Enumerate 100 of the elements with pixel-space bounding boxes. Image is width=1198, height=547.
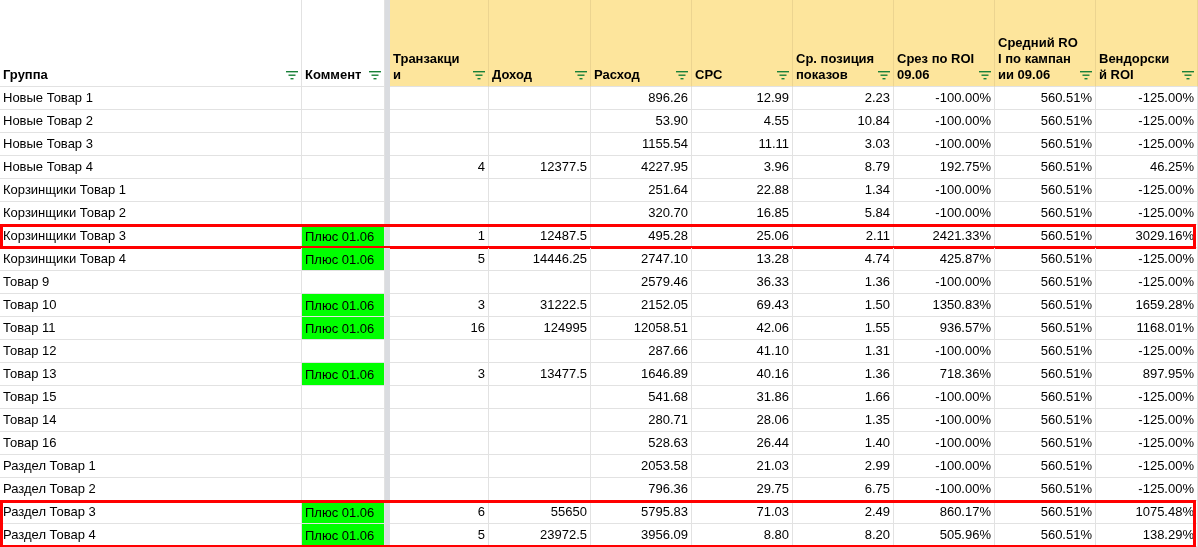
- table-cell: 560.51%: [995, 340, 1096, 363]
- table-cell: 796.36: [591, 478, 692, 501]
- table-cell: 25.06: [692, 225, 793, 248]
- table-cell: 560.51%: [995, 87, 1096, 110]
- column-header[interactable]: Ср. позиция показов: [793, 0, 894, 87]
- table-cell: 1350.83%: [894, 294, 995, 317]
- table-cell: Новые Товар 1: [0, 87, 302, 110]
- table-cell: 71.03: [692, 501, 793, 524]
- table-cell: 560.51%: [995, 156, 1096, 179]
- table-cell: 320.70: [591, 202, 692, 225]
- table-cell: 897.95%: [1096, 363, 1198, 386]
- table-cell: -100.00%: [894, 110, 995, 133]
- table-cell: 528.63: [591, 432, 692, 455]
- table-cell: 12058.51: [591, 317, 692, 340]
- filter-icon[interactable]: [575, 71, 587, 80]
- table-cell: 1.55: [793, 317, 894, 340]
- filter-icon[interactable]: [1080, 71, 1092, 80]
- column-header[interactable]: Группа: [0, 0, 302, 87]
- table-cell: Новые Товар 3: [0, 133, 302, 156]
- table-cell: -100.00%: [894, 409, 995, 432]
- table-cell: 1.66: [793, 386, 894, 409]
- column-header[interactable]: Вендорски й ROI: [1096, 0, 1198, 87]
- table-cell: -125.00%: [1096, 455, 1198, 478]
- table-cell: 13477.5: [489, 363, 591, 386]
- table-cell: 1.31: [793, 340, 894, 363]
- table-cell: 1646.89: [591, 363, 692, 386]
- table-cell: -125.00%: [1096, 179, 1198, 202]
- table-cell: Раздел Товар 1: [0, 455, 302, 478]
- table-cell: -100.00%: [894, 455, 995, 478]
- table-cell: 192.75%: [894, 156, 995, 179]
- filter-icon[interactable]: [369, 71, 381, 80]
- table-cell: Новые Товар 2: [0, 110, 302, 133]
- table-cell: 560.51%: [995, 271, 1096, 294]
- table-cell: Раздел Товар 2: [0, 478, 302, 501]
- table-cell: -125.00%: [1096, 271, 1198, 294]
- filter-icon[interactable]: [286, 71, 298, 80]
- table-cell: 5.84: [793, 202, 894, 225]
- table-cell: -125.00%: [1096, 248, 1198, 271]
- table-cell: 560.51%: [995, 317, 1096, 340]
- table-cell: 3956.09: [591, 524, 692, 547]
- column-header[interactable]: Коммент: [302, 0, 385, 87]
- table-cell: 3029.16%: [1096, 225, 1198, 248]
- table-cell: Товар 13: [0, 363, 302, 386]
- table-cell: 1.34: [793, 179, 894, 202]
- table-cell: 31222.5: [489, 294, 591, 317]
- table-cell: 2.23: [793, 87, 894, 110]
- table-cell: Корзинщики Товар 2: [0, 202, 302, 225]
- table-cell: Корзинщики Товар 4: [0, 248, 302, 271]
- filter-icon[interactable]: [777, 71, 789, 80]
- table-cell: 5: [390, 524, 489, 547]
- table-cell: 560.51%: [995, 110, 1096, 133]
- comment-cell: Плюс 01.06: [302, 225, 385, 248]
- table-cell: -125.00%: [1096, 409, 1198, 432]
- table-cell: -125.00%: [1096, 87, 1198, 110]
- filter-icon[interactable]: [979, 71, 991, 80]
- table-cell: Корзинщики Товар 1: [0, 179, 302, 202]
- table-cell: -125.00%: [1096, 340, 1198, 363]
- column-header[interactable]: Доход: [489, 0, 591, 87]
- table-cell: -100.00%: [894, 340, 995, 363]
- table-cell: 28.06: [692, 409, 793, 432]
- table-cell: 560.51%: [995, 363, 1096, 386]
- table-cell: 55650: [489, 501, 591, 524]
- table-cell: Товар 15: [0, 386, 302, 409]
- column-header[interactable]: Средний ROI по кампании 09.06: [995, 0, 1096, 87]
- column-header[interactable]: Транзакци и: [390, 0, 489, 87]
- comment-cell: Плюс 01.06: [302, 524, 385, 547]
- table-cell: Товар 16: [0, 432, 302, 455]
- table-cell: -100.00%: [894, 478, 995, 501]
- table-cell: 2.49: [793, 501, 894, 524]
- table-cell: Товар 12: [0, 340, 302, 363]
- table-cell: 1168.01%: [1096, 317, 1198, 340]
- table-cell: 21.03: [692, 455, 793, 478]
- table-cell: 541.68: [591, 386, 692, 409]
- table-cell: 2747.10: [591, 248, 692, 271]
- column-header[interactable]: Расход: [591, 0, 692, 87]
- table-cell: 3: [390, 363, 489, 386]
- filter-icon[interactable]: [878, 71, 890, 80]
- filter-icon[interactable]: [473, 71, 485, 80]
- table-cell: 2421.33%: [894, 225, 995, 248]
- table-cell: 718.36%: [894, 363, 995, 386]
- table-cell: -125.00%: [1096, 202, 1198, 225]
- table-cell: 560.51%: [995, 432, 1096, 455]
- table-cell: Раздел Товар 3: [0, 501, 302, 524]
- column-header[interactable]: CPC: [692, 0, 793, 87]
- table-cell: 560.51%: [995, 133, 1096, 156]
- table-cell: 560.51%: [995, 225, 1096, 248]
- table-cell: 2053.58: [591, 455, 692, 478]
- table-cell: Товар 11: [0, 317, 302, 340]
- filter-icon[interactable]: [1182, 71, 1194, 80]
- table-cell: 12487.5: [489, 225, 591, 248]
- table-cell: 560.51%: [995, 202, 1096, 225]
- table-cell: 16: [390, 317, 489, 340]
- table-cell: 14446.25: [489, 248, 591, 271]
- table-cell: -125.00%: [1096, 432, 1198, 455]
- table-cell: 40.16: [692, 363, 793, 386]
- table-cell: 4.55: [692, 110, 793, 133]
- filter-icon[interactable]: [676, 71, 688, 80]
- table-cell: 8.79: [793, 156, 894, 179]
- table-cell: 1075.48%: [1096, 501, 1198, 524]
- column-header[interactable]: Срез по ROI 09.06: [894, 0, 995, 87]
